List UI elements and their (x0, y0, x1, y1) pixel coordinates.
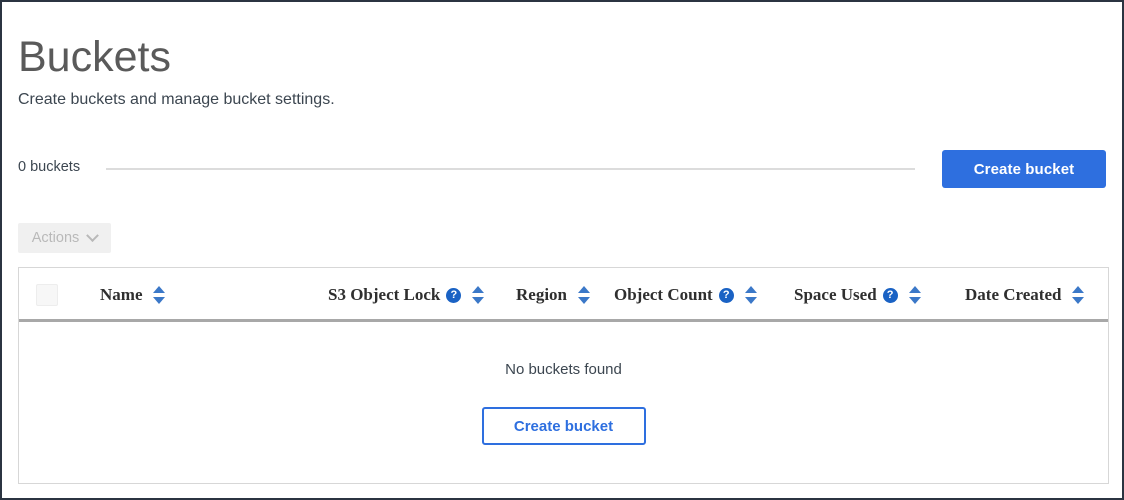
actions-label: Actions (32, 230, 80, 246)
create-bucket-button[interactable]: Create bucket (942, 150, 1106, 188)
column-header-name[interactable]: Name (100, 268, 166, 322)
help-circle-icon[interactable]: ? (883, 288, 898, 303)
sort-icon[interactable] (472, 286, 485, 304)
page-title: Buckets (18, 33, 171, 82)
column-header-region[interactable]: Region (516, 268, 591, 322)
empty-state-message: No buckets found (19, 361, 1108, 378)
sort-icon[interactable] (745, 286, 758, 304)
column-header-object-count[interactable]: Object Count ? (614, 268, 758, 322)
column-header-space-used[interactable]: Space Used ? (794, 268, 922, 322)
actions-dropdown-button[interactable]: Actions (18, 223, 111, 253)
chevron-down-icon (86, 229, 99, 242)
sort-icon[interactable] (1072, 286, 1085, 304)
sort-icon[interactable] (909, 286, 922, 304)
column-label: Name (100, 285, 142, 305)
page-content: Buckets Create buckets and manage bucket… (2, 2, 1122, 498)
sort-icon[interactable] (153, 286, 166, 304)
page-subtitle: Create buckets and manage bucket setting… (18, 91, 335, 109)
help-circle-icon[interactable]: ? (719, 288, 734, 303)
bucket-count-label: 0 buckets (18, 159, 80, 175)
column-label: Object Count (614, 285, 713, 305)
buckets-page: Buckets Create buckets and manage bucket… (0, 0, 1124, 500)
column-label: Region (516, 285, 567, 305)
toolbar-divider (106, 168, 915, 170)
buckets-table: Name S3 Object Lock ? Region Object Coun… (18, 267, 1109, 484)
table-header-row: Name S3 Object Lock ? Region Object Coun… (19, 268, 1108, 322)
toolbar: 0 buckets Create bucket (18, 150, 1106, 188)
help-circle-icon[interactable]: ? (446, 288, 461, 303)
empty-state-create-bucket-button[interactable]: Create bucket (482, 407, 646, 445)
column-label: Date Created (965, 285, 1061, 305)
column-label: S3 Object Lock (328, 285, 440, 305)
column-header-date-created[interactable]: Date Created (965, 268, 1085, 322)
column-label: Space Used (794, 285, 877, 305)
column-header-s3-object-lock[interactable]: S3 Object Lock ? (328, 268, 485, 322)
select-all-checkbox[interactable] (36, 284, 58, 306)
sort-icon[interactable] (578, 286, 591, 304)
table-body: No buckets found Create bucket (19, 322, 1108, 482)
